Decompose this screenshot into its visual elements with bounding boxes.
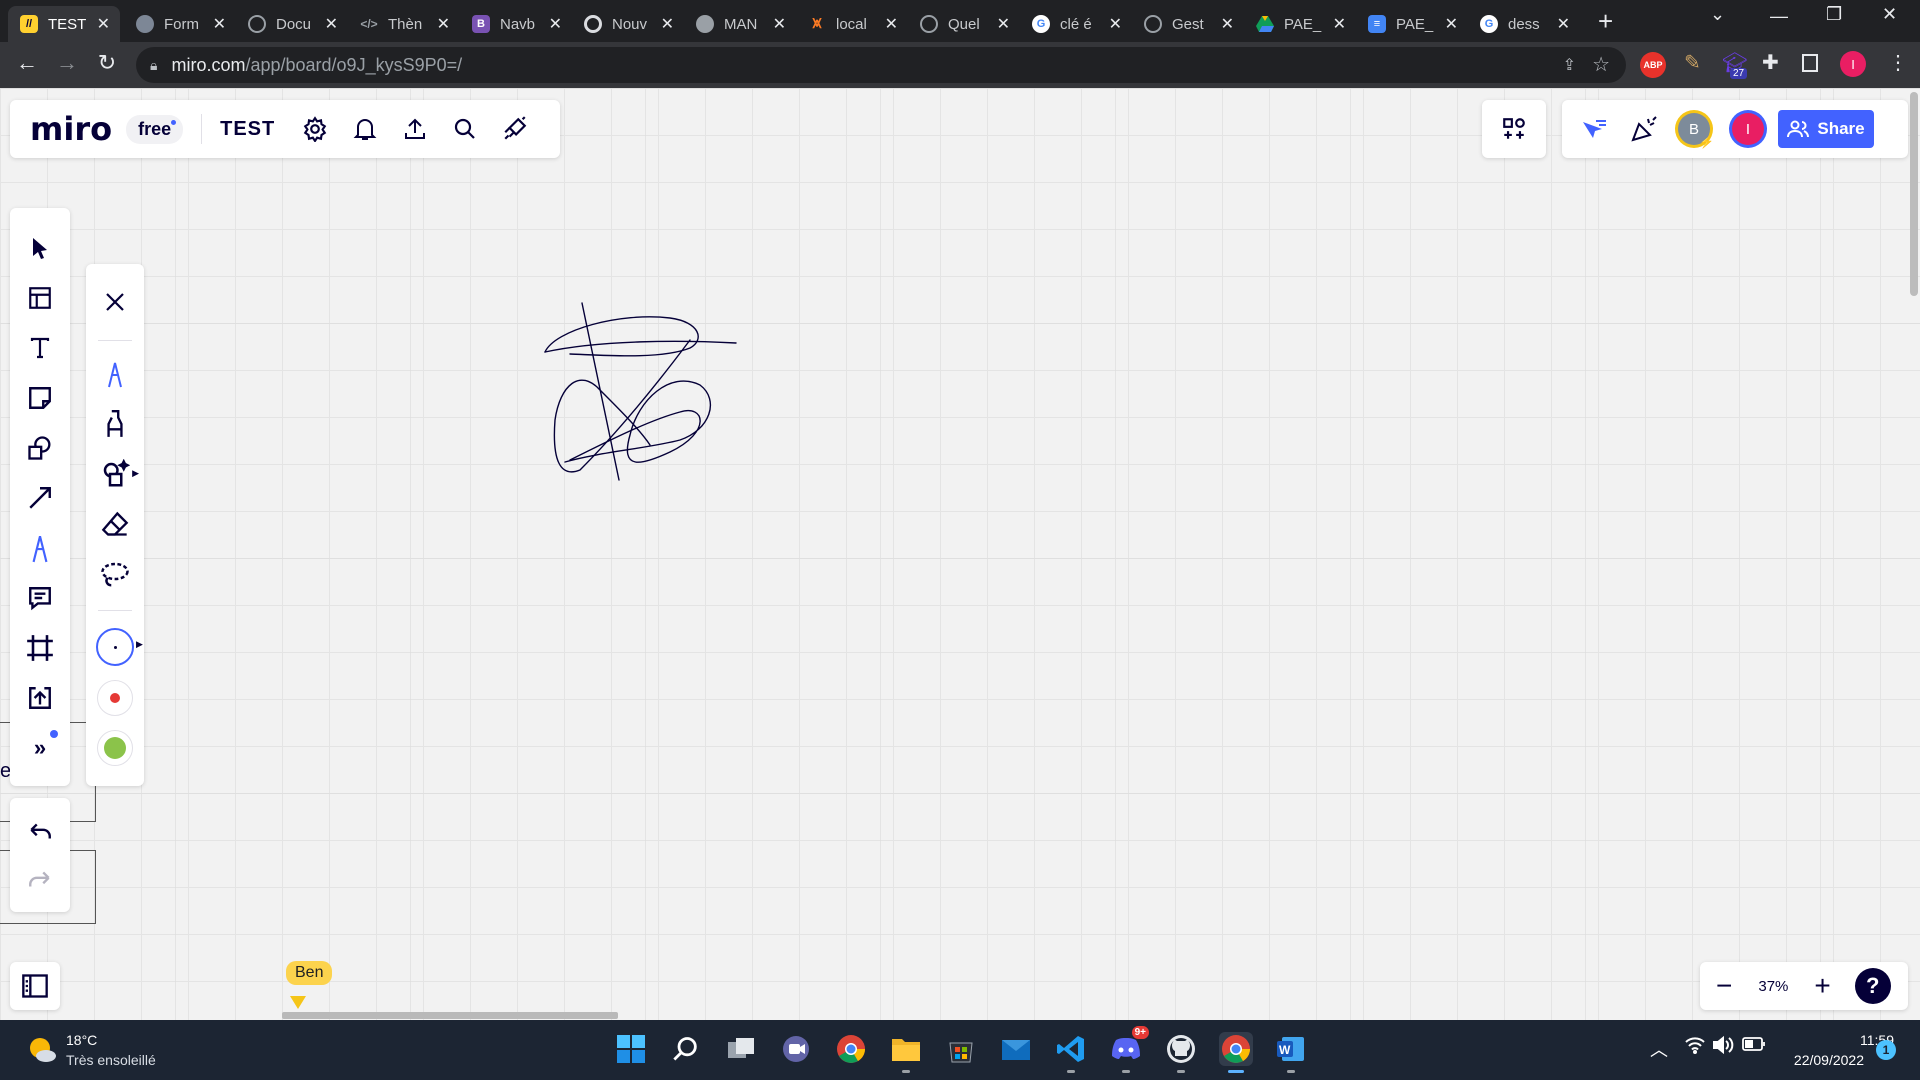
search-icon[interactable] bbox=[451, 115, 479, 143]
collaborator-cursor-label: Ben bbox=[286, 961, 333, 985]
templates-tool-icon[interactable] bbox=[24, 282, 56, 314]
upload-tool-icon[interactable] bbox=[24, 682, 56, 714]
collaborator-cursor-icon bbox=[290, 996, 306, 1009]
pen-tool-icon[interactable] bbox=[24, 532, 56, 564]
frame-tool-icon[interactable] bbox=[24, 632, 56, 664]
redo-icon[interactable] bbox=[24, 864, 56, 896]
sidebar-panel-icon bbox=[22, 974, 48, 998]
apps-grid-icon[interactable] bbox=[1501, 116, 1527, 142]
sticky-note-tool-icon[interactable] bbox=[24, 382, 56, 414]
zoom-in-button[interactable]: + bbox=[1814, 970, 1830, 1002]
board-sidebar-toggle[interactable] bbox=[10, 962, 60, 1010]
lightning-icon: ⚡ bbox=[1699, 135, 1714, 149]
users-icon bbox=[1787, 120, 1810, 138]
collaboration-panel: B ⚡ I Share bbox=[1562, 100, 1908, 158]
plugin-icon[interactable] bbox=[501, 115, 529, 143]
apps-panel bbox=[1482, 100, 1546, 158]
collaborator-avatar-i[interactable]: I bbox=[1732, 113, 1764, 145]
connection-line-tool-icon[interactable] bbox=[24, 482, 56, 514]
divider bbox=[201, 114, 203, 144]
horizontal-scrollbar[interactable] bbox=[282, 1012, 618, 1019]
divider bbox=[98, 340, 132, 341]
color-swatch-green[interactable] bbox=[97, 730, 133, 766]
vertical-scrollbar[interactable] bbox=[1910, 92, 1918, 296]
stroke-dot bbox=[113, 645, 117, 649]
miro-logo[interactable]: miro bbox=[30, 110, 112, 148]
divider bbox=[98, 610, 132, 611]
main-toolbar: » bbox=[10, 208, 70, 786]
text-tool-icon[interactable] bbox=[24, 332, 56, 364]
select-tool-icon[interactable] bbox=[24, 232, 56, 264]
share-label: Share bbox=[1817, 119, 1865, 138]
board-header: miro free TEST bbox=[10, 100, 560, 158]
notifications-bell-icon[interactable] bbox=[351, 115, 379, 143]
cursor-follow-icon[interactable] bbox=[1580, 116, 1608, 142]
export-upload-icon[interactable] bbox=[401, 115, 429, 143]
celebrate-party-icon[interactable] bbox=[1630, 115, 1660, 143]
share-button[interactable]: Share bbox=[1778, 110, 1874, 148]
plan-badge[interactable]: free bbox=[126, 114, 184, 144]
undo-icon[interactable] bbox=[24, 816, 56, 848]
color-swatch-red[interactable] bbox=[97, 680, 133, 716]
stroke-width-selector[interactable] bbox=[96, 628, 134, 666]
zoom-out-button[interactable]: − bbox=[1716, 970, 1732, 1002]
avatar-initial: B bbox=[1688, 120, 1699, 138]
plan-badge-label: free bbox=[138, 118, 172, 139]
highlighter-icon[interactable] bbox=[99, 408, 131, 440]
zoom-level[interactable]: 37% bbox=[1758, 978, 1788, 995]
lasso-icon[interactable] bbox=[99, 558, 131, 590]
board-name[interactable]: TEST bbox=[220, 118, 275, 141]
expand-triangle-icon[interactable]: ▶ bbox=[136, 639, 143, 650]
zoom-controls: − 37% + ? bbox=[1700, 962, 1908, 1010]
pen-options-toolbar: ▶ ▶ bbox=[86, 264, 144, 786]
comment-tool-icon[interactable] bbox=[24, 582, 56, 614]
collaborator-avatar-b[interactable]: B ⚡ bbox=[1678, 113, 1714, 149]
new-feature-dot bbox=[50, 730, 58, 738]
pen-icon[interactable] bbox=[99, 358, 131, 390]
shapes-tool-icon[interactable] bbox=[24, 432, 56, 464]
red-dot bbox=[110, 693, 120, 703]
more-tools-icon[interactable]: » bbox=[24, 730, 58, 764]
expand-triangle-icon[interactable]: ▶ bbox=[132, 468, 139, 479]
help-icon[interactable]: ? bbox=[1854, 968, 1891, 1004]
undo-redo-panel bbox=[10, 798, 70, 912]
notification-dot bbox=[171, 119, 177, 125]
eraser-icon[interactable] bbox=[99, 508, 131, 540]
freehand-drawing[interactable] bbox=[0, 0, 1920, 1080]
green-dot bbox=[104, 737, 126, 759]
avatar-initial: I bbox=[1745, 120, 1751, 138]
smart-drawing-icon[interactable]: ▶ bbox=[99, 458, 139, 490]
close-icon[interactable] bbox=[99, 286, 131, 318]
settings-icon[interactable] bbox=[301, 115, 329, 143]
